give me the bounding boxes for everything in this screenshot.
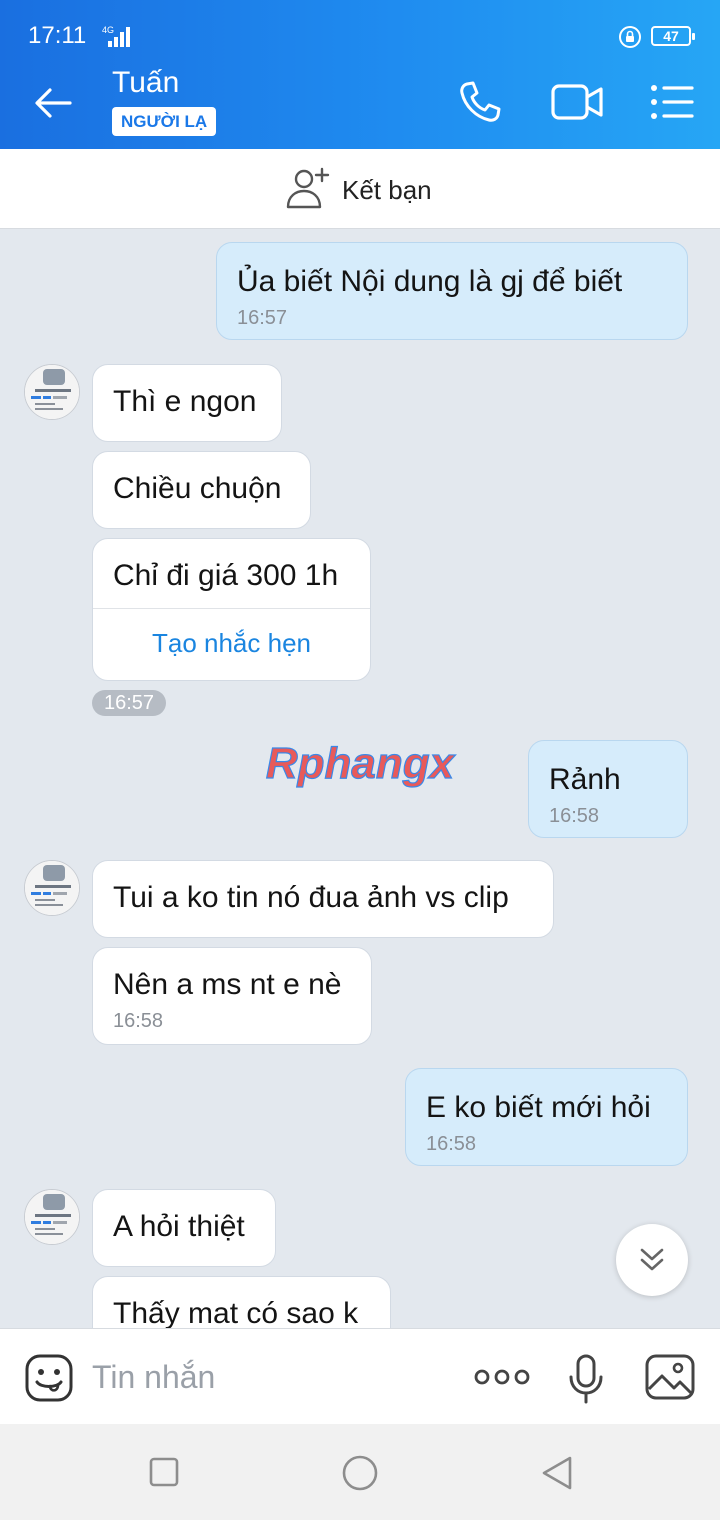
contact-avatar[interactable] (24, 860, 80, 916)
message-input[interactable] (92, 1351, 452, 1403)
avatar-image (25, 365, 79, 419)
svg-text:4G: 4G (102, 25, 114, 35)
contact-name[interactable]: Tuấn (112, 66, 179, 100)
watermark-logo: Rphangx (265, 738, 456, 788)
incoming-message[interactable]: Chiều chuộn (92, 451, 311, 529)
battery-indicator: 47 (651, 26, 695, 46)
outgoing-message[interactable]: E ko biết mới hỏi 16:58 (405, 1068, 688, 1166)
menu-list-icon[interactable] (648, 80, 696, 124)
message-composer (0, 1328, 720, 1424)
contact-avatar[interactable] (24, 364, 80, 420)
incoming-message[interactable]: A hỏi thiệt (92, 1189, 276, 1267)
message-text: Nên a ms nt e nè (113, 968, 342, 1001)
time-pill: 16:57 (92, 690, 167, 716)
message-text: Ủa biết Nội dung là gj để biết (237, 265, 623, 298)
message-text: A hỏi thiệt (113, 1210, 245, 1243)
message-time: 16:57 (237, 307, 288, 329)
contact-avatar[interactable] (24, 1189, 80, 1245)
image-gallery-icon[interactable] (644, 1353, 696, 1401)
status-time: 17:11 (28, 22, 87, 49)
microphone-icon[interactable] (566, 1353, 606, 1405)
incoming-message[interactable]: Thấy mat có sao k (92, 1276, 391, 1328)
message-text: Chiều chuộn (113, 472, 282, 505)
message-text: Thấy mat có sao k (113, 1297, 359, 1328)
emoji-sticker-icon[interactable] (24, 1353, 74, 1403)
divider (93, 608, 370, 609)
signal-icon: 4G (102, 25, 130, 47)
message-text: Chỉ đi giá 300 1h (113, 559, 339, 592)
home-icon[interactable] (341, 1454, 379, 1492)
video-call-icon[interactable] (550, 80, 604, 124)
outgoing-message[interactable]: Ủa biết Nội dung là gj để biết 16:57 (216, 242, 688, 340)
scroll-to-bottom-button[interactable] (616, 1224, 688, 1296)
outgoing-message[interactable]: Rảnh 16:58 (528, 740, 688, 838)
status-bar: 17:11 4G 47 (0, 0, 720, 52)
recent-apps-icon[interactable] (148, 1456, 180, 1488)
message-time: 16:58 (426, 1133, 477, 1155)
back-arrow-icon[interactable] (30, 80, 76, 126)
svg-text:Rphangx: Rphangx (266, 739, 456, 788)
system-navigation-bar (0, 1424, 720, 1520)
avatar-image (25, 1190, 79, 1244)
incoming-message[interactable]: Tui a ko tin nó đua ảnh vs clip (92, 860, 554, 938)
add-friend-label: Kết bạn (342, 175, 432, 205)
double-chevron-down-icon (640, 1248, 664, 1271)
incoming-message[interactable]: Nên a ms nt e nè 16:58 (92, 947, 372, 1045)
message-text: Thì e ngon (113, 385, 257, 418)
message-text: E ko biết mới hỏi (426, 1091, 651, 1124)
message-time: 16:58 (549, 805, 600, 827)
message-text: Tui a ko tin nó đua ảnh vs clip (113, 881, 509, 914)
app-header: 17:11 4G 47 Tuấn NGƯỜI LẠ (0, 0, 720, 149)
add-friend-icon (286, 167, 330, 209)
incoming-message[interactable]: Thì e ngon (92, 364, 282, 442)
rotation-lock-icon (619, 26, 641, 48)
add-friend-bar[interactable]: Kết bạn (0, 149, 720, 229)
stranger-badge: NGƯỜI LẠ (112, 107, 217, 136)
create-reminder-link[interactable]: Tạo nhắc hẹn (93, 628, 370, 659)
incoming-message-with-reminder[interactable]: Chỉ đi giá 300 1h Tạo nhắc hẹn (92, 538, 371, 681)
more-options-icon[interactable] (474, 1363, 530, 1391)
avatar-image (25, 861, 79, 915)
message-text: Rảnh (549, 763, 621, 796)
system-back-icon[interactable] (538, 1454, 576, 1492)
message-time: 16:58 (113, 1010, 164, 1032)
message-list[interactable]: Ủa biết Nội dung là gj để biết 16:57 Thì… (0, 230, 720, 1328)
phone-call-icon[interactable] (456, 78, 504, 126)
